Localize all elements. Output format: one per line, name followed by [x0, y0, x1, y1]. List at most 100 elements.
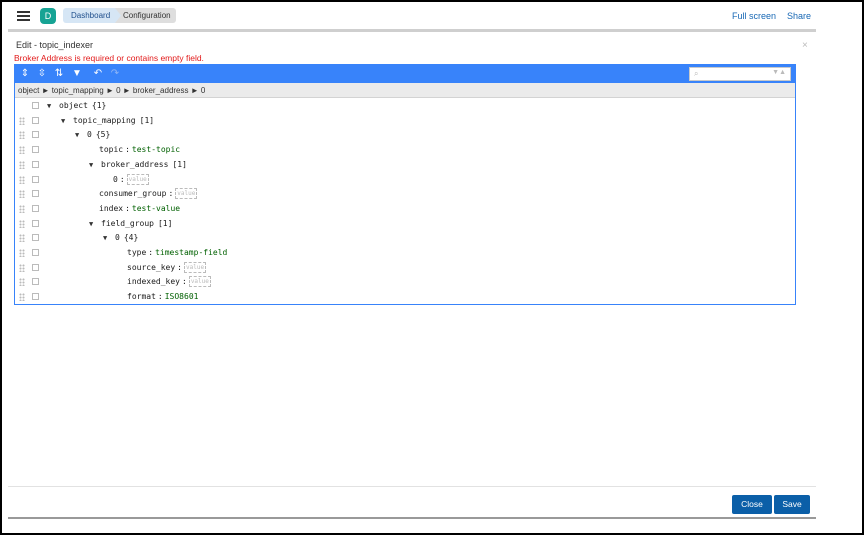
- row-checkbox[interactable]: [32, 160, 39, 168]
- drag-handle-icon[interactable]: [19, 278, 25, 287]
- field-count: [1]: [157, 218, 173, 228]
- drag-handle-icon[interactable]: [19, 249, 25, 257]
- search-box[interactable]: ⌕ ▼▲: [689, 67, 791, 81]
- breadcrumb-configuration[interactable]: Configuration: [115, 8, 176, 23]
- row-checkbox[interactable]: [32, 249, 39, 256]
- tree-row[interactable]: topic: test-topic: [15, 143, 795, 157]
- field-key[interactable]: format: [127, 292, 156, 301]
- field-key[interactable]: field_group: [101, 219, 154, 228]
- close-button[interactable]: Close: [732, 495, 772, 514]
- drag-handle-icon[interactable]: [19, 293, 25, 302]
- row-checkbox[interactable]: [32, 102, 39, 109]
- field-value[interactable]: ISO8601: [165, 292, 199, 301]
- drag-handle-icon[interactable]: [19, 146, 25, 155]
- row-checkbox[interactable]: [32, 278, 39, 286]
- tree-row[interactable]: indexed_key: value: [15, 275, 795, 289]
- navigation-bar[interactable]: object ► topic_mapping ► 0 ► broker_addr…: [15, 83, 795, 98]
- expand-arrow-icon[interactable]: ▼: [103, 231, 107, 245]
- editor-menubar: ⇕ ⇳ ⇅ ▼ ↶ ↷ ⌕ ▼▲: [15, 65, 795, 83]
- row-checkbox[interactable]: [32, 204, 39, 212]
- drag-handle-icon[interactable]: [19, 131, 25, 140]
- collapse-all-icon[interactable]: ⇳: [35, 67, 49, 81]
- field-key[interactable]: 0: [87, 130, 92, 139]
- row-checkbox[interactable]: [32, 190, 39, 198]
- full-screen-link[interactable]: Full screen: [732, 11, 776, 21]
- close-icon[interactable]: ×: [802, 40, 808, 51]
- row-checkbox[interactable]: [32, 116, 39, 124]
- field-key[interactable]: broker_address: [101, 160, 168, 169]
- field-key[interactable]: source_key: [127, 263, 175, 272]
- empty-value-field[interactable]: value: [175, 188, 198, 200]
- drag-handle-icon[interactable]: [19, 219, 25, 228]
- field-count: {1}: [91, 101, 107, 110]
- save-button[interactable]: Save: [774, 495, 810, 514]
- expand-arrow-icon[interactable]: ▼: [89, 158, 93, 172]
- search-nav-arrows-icon[interactable]: ▼▲: [772, 69, 786, 76]
- separator: :: [157, 292, 163, 302]
- drag-handle-icon[interactable]: [19, 204, 25, 213]
- menu-icon[interactable]: [17, 11, 30, 21]
- field-key[interactable]: consumer_group: [99, 189, 166, 198]
- empty-value-field[interactable]: value: [184, 261, 207, 273]
- drag-handle-icon[interactable]: [19, 116, 25, 125]
- drag-handle-icon[interactable]: [19, 234, 25, 243]
- row-checkbox[interactable]: [32, 219, 39, 227]
- field-key[interactable]: topic: [99, 145, 123, 154]
- drag-handle-icon[interactable]: [19, 175, 25, 184]
- drag-handle-icon[interactable]: [19, 190, 25, 199]
- field-key[interactable]: object: [59, 101, 88, 110]
- field-value[interactable]: test-topic: [132, 145, 180, 154]
- expand-arrow-icon[interactable]: ▼: [89, 217, 93, 231]
- filter-icon[interactable]: ▼: [70, 67, 84, 81]
- empty-value-field[interactable]: value: [188, 276, 211, 288]
- tree-row[interactable]: ▼ topic_mapping [1]: [15, 114, 795, 128]
- tree-row[interactable]: type: timestamp-field: [15, 246, 795, 260]
- tree-row[interactable]: ▼ 0 {5}: [15, 128, 795, 142]
- tree-row[interactable]: ▼ 0 {4}: [15, 231, 795, 245]
- field-key[interactable]: 0: [113, 175, 118, 184]
- tree-row[interactable]: ▼ broker_address [1]: [15, 158, 795, 172]
- drag-handle-icon[interactable]: [19, 160, 25, 169]
- separator: :: [168, 189, 174, 199]
- field-key[interactable]: indexed_key: [127, 277, 180, 286]
- row-checkbox[interactable]: [32, 175, 39, 183]
- field-count: [1]: [172, 159, 187, 169]
- search-icon: ⌕: [694, 69, 699, 78]
- expand-arrow-icon[interactable]: ▼: [61, 114, 65, 128]
- separator: :: [125, 145, 130, 155]
- undo-icon[interactable]: ↶: [91, 67, 105, 81]
- field-value[interactable]: timestamp-field: [155, 248, 227, 257]
- divider: [8, 486, 816, 487]
- row-checkbox[interactable]: [32, 234, 39, 242]
- expand-arrow-icon[interactable]: ▼: [47, 99, 51, 113]
- tree-row[interactable]: consumer_group: value: [15, 187, 795, 201]
- expand-arrow-icon[interactable]: ▼: [75, 128, 79, 142]
- tree-row[interactable]: index: test-value: [15, 202, 795, 216]
- redo-icon[interactable]: ↷: [108, 67, 122, 81]
- row-checkbox[interactable]: [32, 263, 39, 271]
- tree-row[interactable]: ▼ object {1}: [15, 99, 795, 113]
- separator: :: [119, 174, 125, 184]
- tree-row[interactable]: source_key: value: [15, 261, 795, 275]
- field-key[interactable]: type: [127, 248, 146, 257]
- field-key[interactable]: topic_mapping: [73, 116, 136, 125]
- app-badge[interactable]: D: [40, 8, 56, 24]
- breadcrumb-dashboard[interactable]: Dashboard: [63, 8, 121, 23]
- json-editor: ⇕ ⇳ ⇅ ▼ ↶ ↷ ⌕ ▼▲ object ► topic_mapping …: [14, 64, 796, 305]
- field-value[interactable]: test-value: [132, 204, 180, 213]
- row-checkbox[interactable]: [32, 146, 39, 154]
- row-checkbox[interactable]: [32, 131, 39, 139]
- tree-row[interactable]: 0: value: [15, 173, 795, 187]
- separator: :: [181, 277, 187, 287]
- tree-row[interactable]: ▼ field_group [1]: [15, 217, 795, 231]
- field-key[interactable]: 0: [115, 233, 120, 242]
- share-link[interactable]: Share: [787, 11, 811, 21]
- field-key[interactable]: index: [99, 204, 123, 213]
- search-input[interactable]: [706, 69, 766, 79]
- expand-all-icon[interactable]: ⇕: [18, 67, 32, 81]
- empty-value-field[interactable]: value: [126, 173, 149, 185]
- row-checkbox[interactable]: [32, 293, 39, 301]
- drag-handle-icon[interactable]: [19, 263, 25, 272]
- sort-icon[interactable]: ⇅: [52, 67, 66, 81]
- tree-row[interactable]: format: ISO8601: [15, 290, 795, 304]
